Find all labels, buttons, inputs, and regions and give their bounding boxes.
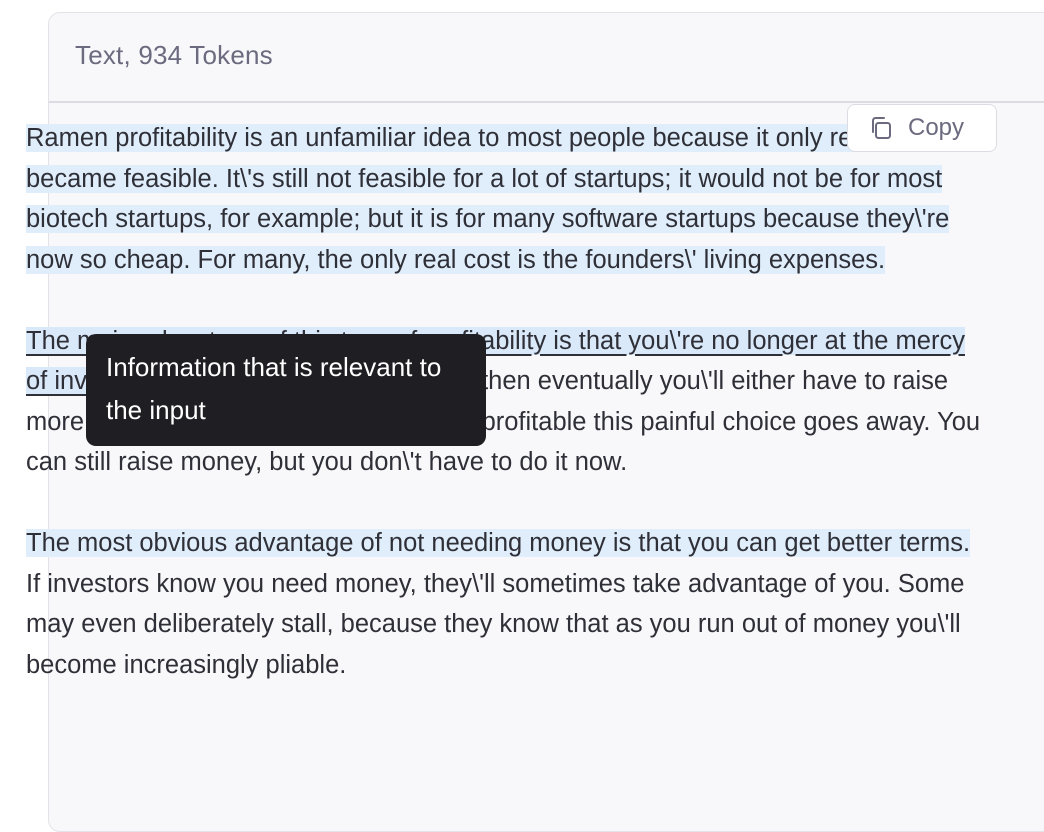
copy-button-label: Copy — [908, 114, 965, 141]
copy-icon — [872, 117, 891, 139]
tooltip-text: Information that is relevant to the inpu… — [106, 352, 442, 425]
tooltip: Information that is relevant to the inpu… — [86, 334, 486, 446]
text-segment: If investors know you need money, they\'… — [26, 569, 965, 679]
copy-button[interactable]: Copy — [847, 104, 997, 152]
text-segment[interactable]: Ramen profitability is an unfamiliar ide… — [26, 124, 950, 274]
text-segment[interactable]: The most obvious advantage of not needin… — [26, 529, 971, 557]
paragraph-1: Ramen profitability is an unfamiliar ide… — [26, 118, 986, 280]
panel-title: Text, 934 Tokens — [75, 40, 273, 70]
paragraph-3: The most obvious advantage of not needin… — [26, 523, 986, 685]
panel-header: Text, 934 Tokens — [49, 13, 1044, 103]
